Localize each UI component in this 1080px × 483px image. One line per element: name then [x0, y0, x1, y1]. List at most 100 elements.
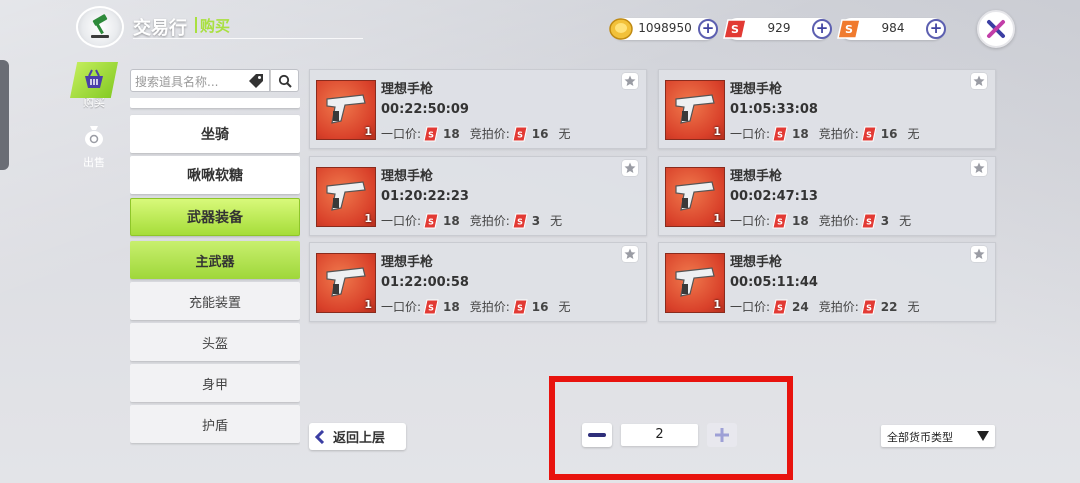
category-item-candy[interactable]: 啾啾软糖 — [130, 156, 300, 194]
category-list[interactable]: 坐骑 啾啾软糖 武器装备 主武器 充能装置 头盔 身甲 护盾 — [130, 98, 300, 448]
red-ticket-icon: S — [423, 213, 439, 228]
pistol-icon — [326, 181, 366, 211]
bid-label: 竞拍价: — [818, 300, 859, 314]
red-ticket-icon: S — [772, 126, 788, 141]
bidder-status: 无 — [550, 214, 563, 228]
red-ticket-icon: S — [861, 213, 877, 228]
red-ticket-icon: S — [512, 126, 528, 141]
category-item-weapons[interactable]: 武器装备 — [130, 198, 300, 236]
pistol-icon — [675, 94, 715, 124]
add-orange-ticket-button[interactable]: + — [926, 19, 946, 39]
tag-icon[interactable] — [247, 72, 265, 90]
item-prices: 一口价: S 18 竞拍价: S 16 无 — [381, 298, 571, 315]
listing-card[interactable]: 1 理想手枪 01:20:22:23 一口价: S 18 竞拍价: S 3 无 — [309, 156, 647, 236]
item-prices: 一口价: S 18 竞拍价: S 3 无 — [381, 212, 562, 229]
subcategory-item-label: 头盔 — [201, 336, 228, 352]
pistol-icon — [675, 267, 715, 297]
bid-label: 竞拍价: — [469, 127, 510, 141]
orange-ticket-icon: S — [837, 19, 861, 39]
buyout-label: 一口价: — [730, 300, 771, 314]
minus-icon — [588, 433, 606, 437]
currency-gold: 1098950 + — [609, 18, 718, 40]
auction-gavel-icon — [76, 6, 124, 48]
buyout-price: 18 — [443, 213, 460, 228]
currency-gold-value: 1098950 — [638, 21, 692, 35]
buyout-label: 一口价: — [381, 214, 422, 228]
back-button[interactable]: 返回上层 — [309, 423, 406, 450]
item-name: 理想手枪 — [730, 169, 783, 184]
item-quantity: 1 — [713, 125, 721, 138]
item-thumbnail: 1 — [665, 167, 725, 227]
item-thumbnail: 1 — [665, 80, 725, 140]
star-icon — [973, 162, 985, 173]
back-button-label: 返回上层 — [333, 431, 386, 446]
favorite-button[interactable] — [622, 160, 638, 176]
favorite-button[interactable] — [622, 73, 638, 89]
red-ticket-icon: S — [512, 299, 528, 314]
subcategory-item-shield[interactable]: 护盾 — [130, 405, 300, 443]
add-red-ticket-button[interactable]: + — [812, 19, 832, 39]
currency-red-ticket: S 929 + — [723, 18, 832, 40]
title-separator — [195, 17, 197, 33]
red-ticket-icon: S — [772, 213, 788, 228]
item-name: 理想手枪 — [381, 169, 434, 184]
subcategory-item-helmet[interactable]: 头盔 — [130, 323, 300, 361]
category-item-mount[interactable]: 坐骑 — [130, 115, 300, 153]
money-bag-icon — [85, 126, 103, 147]
bid-label: 竞拍价: — [818, 214, 859, 228]
nav-tab-sell[interactable]: 出售 — [70, 122, 118, 174]
currency-orange-ticket: S 984 + — [837, 18, 946, 40]
svg-text:S: S — [428, 217, 434, 226]
bid-price: 3 — [531, 213, 541, 228]
subcategory-item-label: 护盾 — [201, 418, 228, 434]
bid-price: 16 — [531, 299, 549, 314]
red-ticket-icon: S — [423, 126, 439, 141]
item-thumbnail: 1 — [316, 253, 376, 313]
item-time-remaining: 00:05:11:44 — [730, 275, 818, 290]
subcategory-item-body-armor[interactable]: 身甲 — [130, 364, 300, 402]
add-gold-button[interactable]: + — [698, 19, 718, 39]
svg-text:S: S — [731, 23, 739, 36]
bid-price: 16 — [531, 126, 549, 141]
item-thumbnail: 1 — [665, 253, 725, 313]
listing-card[interactable]: 1 理想手枪 01:05:33:08 一口价: S 18 竞拍价: S 16 无 — [658, 69, 996, 149]
svg-text:S: S — [866, 217, 872, 226]
listing-card[interactable]: 1 理想手枪 00:02:47:13 一口价: S 18 竞拍价: S 3 无 — [658, 156, 996, 236]
svg-text:S: S — [428, 130, 434, 139]
svg-text:S: S — [866, 130, 872, 139]
page-next-button[interactable] — [707, 423, 737, 447]
page-number-input[interactable]: 2 — [621, 424, 698, 446]
currency-type-dropdown[interactable]: 全部货币类型 — [881, 425, 995, 447]
listing-card[interactable]: 1 理想手枪 00:05:11:44 一口价: S 24 竞拍价: S 22 无 — [658, 242, 996, 322]
subcategory-item-main-weapon[interactable]: 主武器 — [130, 241, 300, 279]
page-prev-button[interactable] — [582, 423, 612, 447]
pistol-icon — [675, 181, 715, 211]
item-quantity: 1 — [364, 298, 372, 311]
red-ticket-icon: S — [423, 299, 439, 314]
close-button[interactable] — [977, 10, 1015, 48]
subcategory-item-charger[interactable]: 充能装置 — [130, 282, 300, 320]
favorite-button[interactable] — [971, 246, 987, 262]
favorite-button[interactable] — [622, 246, 638, 262]
item-time-remaining: 01:22:00:58 — [381, 275, 469, 290]
listing-card[interactable]: 1 理想手枪 00:22:50:09 一口价: S 18 竞拍价: S 16 无 — [309, 69, 647, 149]
pistol-icon — [326, 267, 366, 297]
pistol-icon — [326, 94, 366, 124]
red-ticket-icon: S — [723, 19, 747, 39]
buyout-price: 18 — [792, 213, 809, 228]
listing-card[interactable]: 1 理想手枪 01:22:00:58 一口价: S 18 竞拍价: S 16 无 — [309, 242, 647, 322]
gold-coin-icon — [609, 18, 633, 40]
item-time-remaining: 01:20:22:23 — [381, 189, 469, 204]
dropdown-arrow-icon — [977, 431, 989, 441]
category-item-partial[interactable] — [130, 98, 300, 108]
close-icon — [987, 20, 1005, 38]
bid-label: 竞拍价: — [818, 127, 859, 141]
nav-tab-buy[interactable]: 购买 — [70, 62, 118, 114]
favorite-button[interactable] — [971, 160, 987, 176]
item-time-remaining: 00:02:47:13 — [730, 189, 818, 204]
search-icon — [278, 74, 292, 88]
search-button[interactable] — [270, 69, 299, 92]
star-icon — [973, 248, 985, 259]
favorite-button[interactable] — [971, 73, 987, 89]
buyout-label: 一口价: — [381, 127, 422, 141]
